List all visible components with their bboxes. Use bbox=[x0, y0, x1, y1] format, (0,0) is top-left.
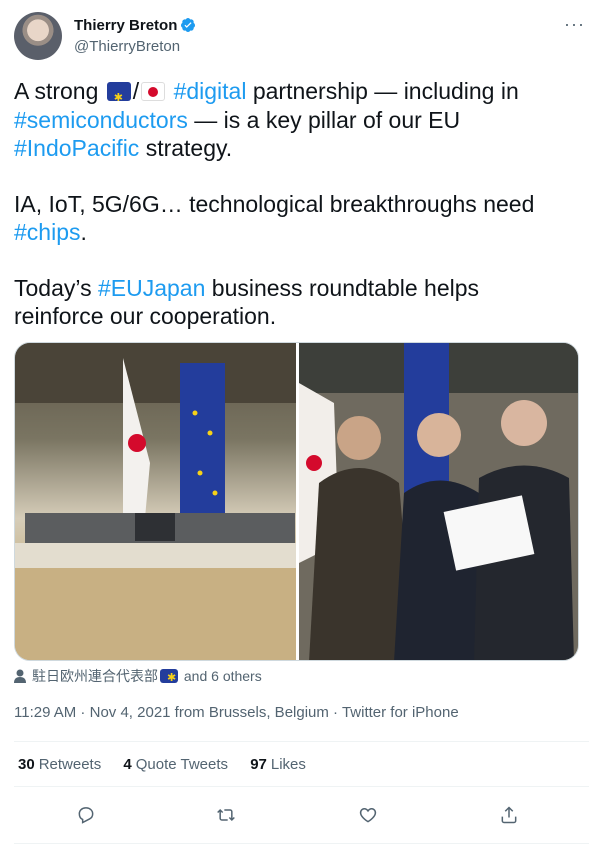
tweet-header: Thierry Breton @ThierryBreton ··· bbox=[14, 12, 589, 62]
author-name-row[interactable]: Thierry Breton bbox=[74, 17, 196, 34]
share-icon bbox=[501, 806, 517, 824]
japan-flag-icon bbox=[141, 82, 166, 101]
text-span: partnership — including in bbox=[246, 78, 519, 104]
retweets-stat[interactable]: 30 Retweets bbox=[18, 756, 101, 773]
tweet-date[interactable]: Nov 4, 2021 bbox=[90, 704, 171, 721]
hashtag-semiconductors[interactable]: #semiconductors bbox=[14, 107, 188, 133]
quote-tweets-stat[interactable]: 4 Quote Tweets bbox=[123, 756, 228, 773]
text-span: IA, IoT, 5G/6G… technological breakthrou… bbox=[14, 190, 535, 217]
tweet-text: A strong / #digital partnership — includ… bbox=[14, 77, 574, 358]
stat-label: Quote Tweets bbox=[135, 756, 229, 773]
avatar[interactable] bbox=[14, 12, 62, 60]
retweet-button[interactable] bbox=[211, 800, 241, 830]
retweet-icon bbox=[217, 808, 235, 822]
person-icon bbox=[14, 669, 26, 683]
separator: · bbox=[76, 704, 90, 721]
handshake-illustration bbox=[299, 343, 578, 660]
reply-button[interactable] bbox=[71, 800, 101, 830]
handshake-photo[interactable] bbox=[299, 343, 578, 660]
text-span: / bbox=[132, 78, 140, 104]
stat-count: 4 bbox=[123, 756, 132, 773]
share-button[interactable] bbox=[494, 800, 524, 830]
tagged-primary[interactable]: 駐日欧州連合代表部 bbox=[32, 668, 158, 684]
tweet-media[interactable] bbox=[14, 342, 579, 661]
separator: · bbox=[328, 704, 342, 721]
meeting-room-illustration bbox=[15, 343, 296, 660]
tagged-others[interactable]: and 6 others bbox=[180, 668, 262, 684]
text-span: A strong bbox=[14, 78, 105, 104]
text-span: . bbox=[80, 219, 87, 245]
eu-flag-icon bbox=[160, 669, 178, 684]
like-icon bbox=[359, 807, 377, 823]
stat-count: 97 bbox=[250, 756, 267, 773]
action-bar bbox=[0, 800, 601, 830]
stat-count: 30 bbox=[18, 756, 35, 773]
tweet-time[interactable]: 11:29 AM bbox=[14, 704, 76, 721]
tagged-users[interactable]: 駐日欧州連合代表部 and 6 others bbox=[14, 666, 262, 686]
meeting-room-photo[interactable] bbox=[15, 343, 296, 660]
hashtag-eujapan[interactable]: #EUJapan bbox=[98, 275, 205, 301]
like-button[interactable] bbox=[353, 800, 383, 830]
verified-badge-icon bbox=[181, 18, 196, 32]
tweet-meta: 11:29 AM · Nov 4, 2021 from Brussels, Be… bbox=[14, 704, 459, 721]
engagement-stats: 30 Retweets 4 Quote Tweets 97 Likes bbox=[18, 756, 324, 773]
text-span: — is a key pillar of our EU bbox=[187, 106, 461, 133]
tweet-paragraph-3: Today’s #EUJapan business roundtable hel… bbox=[14, 274, 574, 331]
divider bbox=[14, 741, 589, 742]
hashtag-indopacific[interactable]: #IndoPacific bbox=[14, 135, 139, 161]
tweet-paragraph-1: A strong / #digital partnership — includ… bbox=[14, 77, 574, 163]
text-span: Today’s bbox=[14, 274, 98, 301]
divider bbox=[14, 786, 589, 787]
text-span: strategy. bbox=[139, 135, 233, 161]
stat-label: Likes bbox=[270, 756, 306, 773]
eu-flag-icon bbox=[106, 82, 131, 113]
reply-icon bbox=[78, 807, 94, 824]
likes-stat[interactable]: 97 Likes bbox=[250, 756, 306, 773]
stat-label: Retweets bbox=[38, 756, 102, 773]
tweet-source[interactable]: Twitter for iPhone bbox=[342, 704, 459, 721]
tweet-paragraph-2: IA, IoT, 5G/6G… technological breakthrou… bbox=[14, 190, 574, 247]
hashtag-digital[interactable]: #digital bbox=[174, 78, 247, 104]
author-handle[interactable]: @ThierryBreton bbox=[74, 38, 180, 55]
tweet-location[interactable]: from Brussels, Belgium bbox=[171, 704, 329, 721]
hashtag-chips[interactable]: #chips bbox=[14, 219, 80, 245]
author-name[interactable]: Thierry Breton bbox=[74, 17, 177, 34]
more-options-icon[interactable]: ··· bbox=[564, 14, 585, 35]
